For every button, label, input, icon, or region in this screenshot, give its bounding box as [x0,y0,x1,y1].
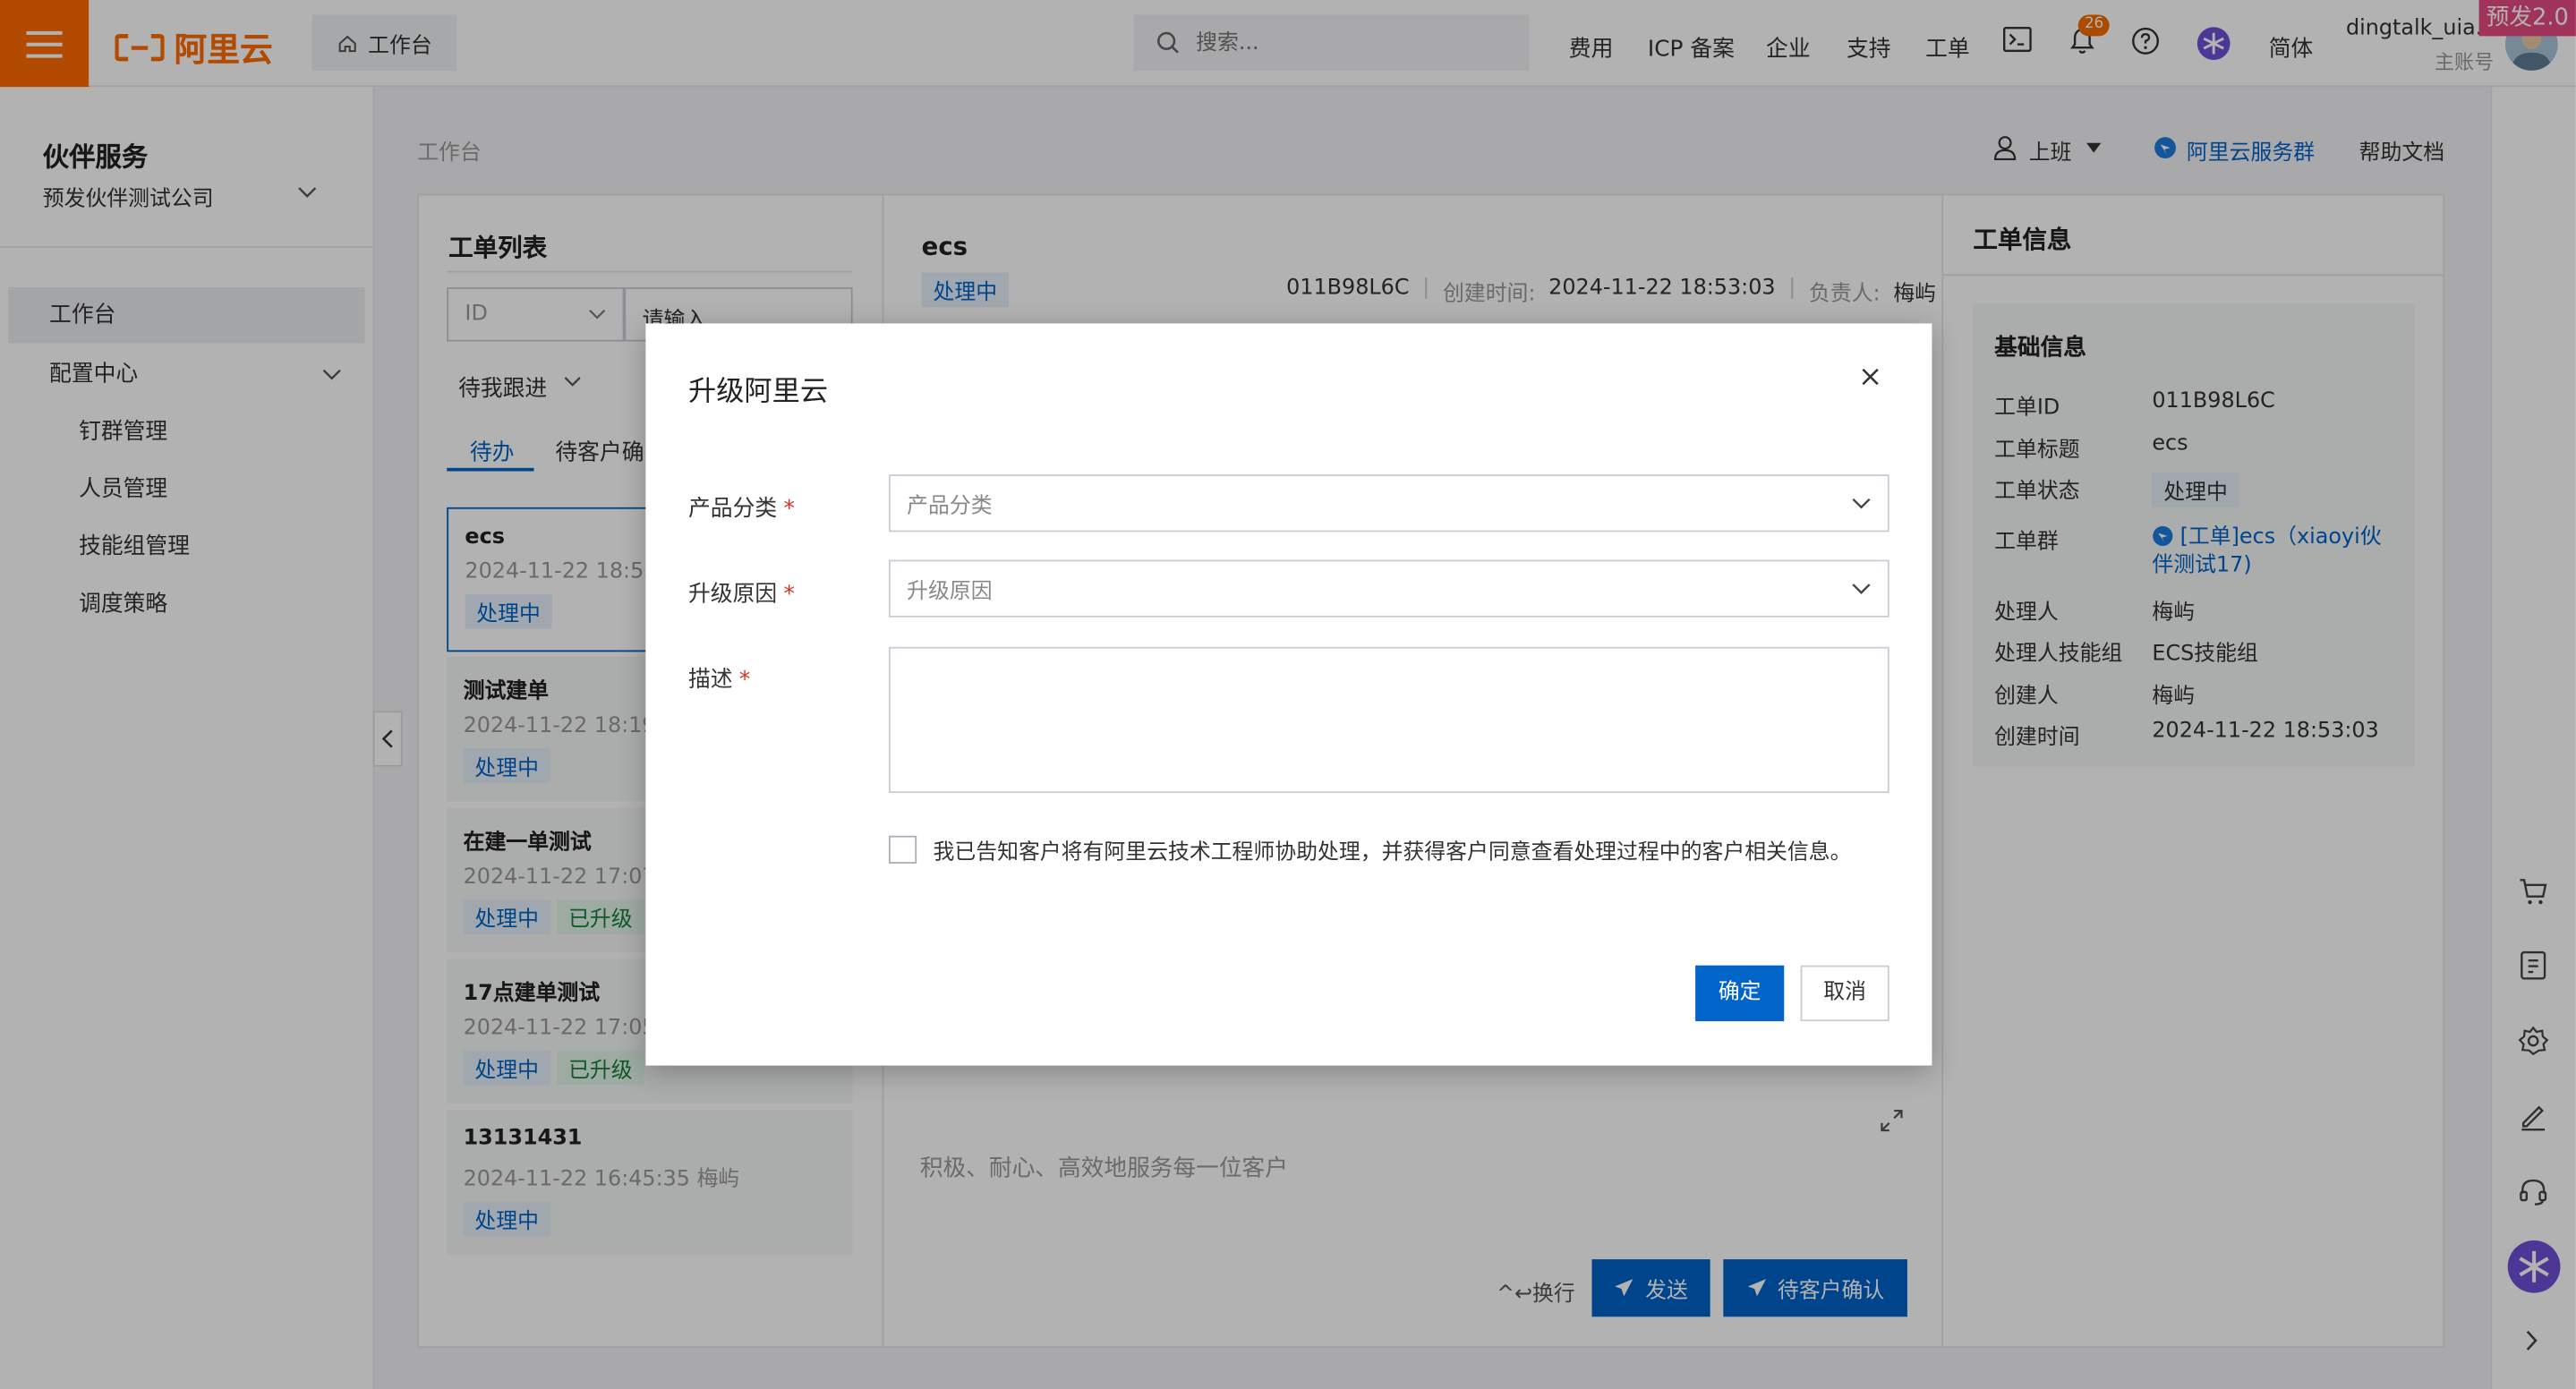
agreement-checkbox[interactable] [888,835,917,864]
confirm-button[interactable]: 确定 [1695,965,1785,1022]
description-label: 描述 * [688,666,751,694]
agreement-text: 我已告知客户将有阿里云技术工程师协助处理，并获得客户同意查看处理过程中的客户相关… [933,840,1852,865]
close-icon[interactable] [1862,368,1880,386]
product-category-placeholder: 产品分类 [907,494,993,519]
escalation-reason-placeholder: 升级原因 [907,579,993,605]
product-category-label: 产品分类 * [688,496,795,523]
chevron-down-icon [1852,584,1871,594]
escalation-reason-label: 升级原因 * [688,581,795,608]
dialog-title: 升级阿里云 [688,376,829,409]
escalate-dialog: 升级阿里云 产品分类 * 产品分类 升级原因 * 升级原因 描述 * 我已告知客户将有… [645,323,1932,1066]
chevron-down-icon [1852,498,1871,509]
escalation-reason-select[interactable]: 升级原因 [888,559,1889,618]
product-category-select[interactable]: 产品分类 [888,474,1889,533]
description-textarea[interactable] [888,646,1889,794]
agreement-row: 我已告知客户将有阿里云技术工程师协助处理，并获得客户同意查看处理过程中的客户相关… [888,834,1852,865]
cancel-button[interactable]: 取消 [1800,965,1889,1022]
